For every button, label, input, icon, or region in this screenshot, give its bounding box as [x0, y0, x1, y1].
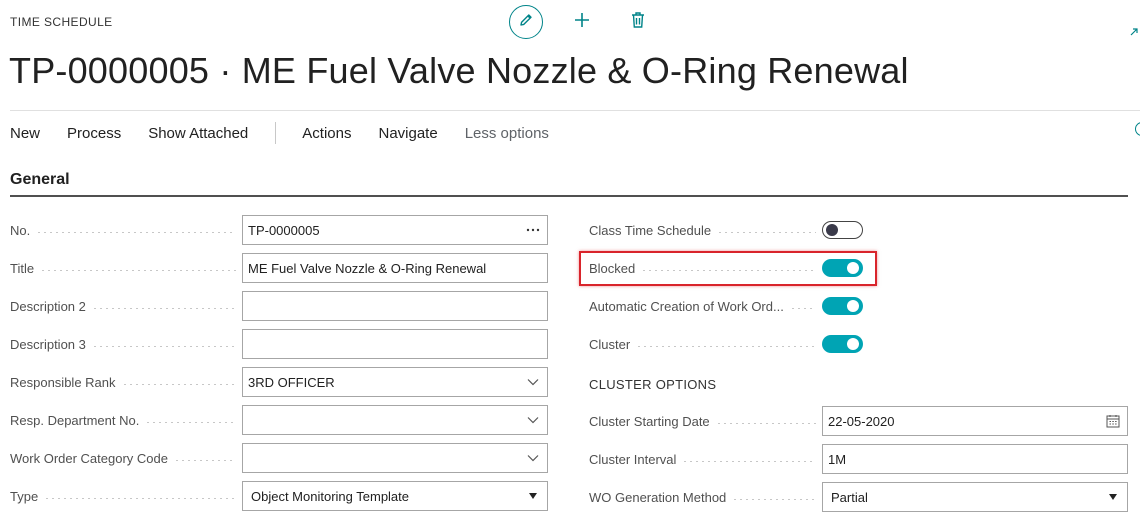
edit-button[interactable] — [509, 5, 543, 39]
info-icon[interactable] — [1135, 122, 1140, 136]
plus-icon — [573, 11, 591, 34]
action-new[interactable]: New — [10, 125, 40, 142]
class-time-schedule-toggle[interactable] — [822, 221, 863, 239]
field-row-title: Title ME Fuel Valve Nozzle & O-Ring Rene… — [10, 253, 548, 283]
cluster-options-caption: CLUSTER OPTIONS — [589, 377, 717, 392]
action-navigate[interactable]: Navigate — [378, 125, 437, 142]
field-row-wo-generation-method: WO Generation Method Partial — [589, 482, 1128, 512]
blocked-highlight-box — [579, 251, 877, 286]
field-label: Description 3 — [10, 337, 242, 352]
title-field[interactable]: ME Fuel Valve Nozzle & O-Ring Renewal — [242, 253, 548, 283]
field-label: Type — [10, 489, 242, 504]
description-2-field[interactable] — [242, 291, 548, 321]
cluster-starting-date-field[interactable]: 22-05-2020 — [822, 406, 1128, 436]
chevron-down-icon[interactable] — [519, 454, 547, 462]
action-less-options[interactable]: Less options — [465, 125, 549, 142]
edit-icon — [518, 12, 534, 33]
header-divider — [10, 110, 1140, 111]
field-label: Work Order Category Code — [10, 451, 242, 466]
type-select[interactable]: Object Monitoring Template — [242, 481, 548, 511]
cluster-interval-field[interactable]: 1M — [822, 444, 1128, 474]
delete-button[interactable] — [621, 5, 655, 39]
field-label: Responsible Rank — [10, 375, 242, 390]
field-label: Title — [10, 261, 242, 276]
action-process[interactable]: Process — [67, 125, 121, 142]
field-row-no: No. TP-0000005 — [10, 215, 548, 245]
work-order-category-field[interactable] — [242, 443, 548, 473]
calendar-icon[interactable] — [1099, 414, 1127, 428]
field-label: Cluster — [589, 337, 822, 352]
field-label: Cluster Starting Date — [589, 414, 822, 429]
new-record-button[interactable] — [565, 5, 599, 39]
field-label: No. — [10, 223, 242, 238]
field-label: Cluster Interval — [589, 452, 822, 467]
caret-down-icon[interactable] — [519, 493, 547, 499]
no-field[interactable]: TP-0000005 — [242, 215, 548, 245]
caret-down-icon[interactable] — [1099, 494, 1127, 500]
top-actions — [509, 5, 655, 39]
automatic-creation-toggle[interactable] — [822, 297, 863, 315]
trash-icon — [630, 11, 646, 34]
field-row-description-3: Description 3 — [10, 329, 548, 359]
field-row-cluster-starting-date: Cluster Starting Date 22-05-2020 — [589, 406, 1128, 436]
action-actions[interactable]: Actions — [302, 125, 351, 142]
field-row-responsible-rank: Responsible Rank 3RD OFFICER — [10, 367, 548, 397]
field-row-type: Type Object Monitoring Template — [10, 481, 548, 511]
chevron-down-icon[interactable] — [519, 378, 547, 386]
field-label: Description 2 — [10, 299, 242, 314]
section-title-general[interactable]: General — [10, 171, 70, 189]
chevron-down-icon[interactable] — [519, 416, 547, 424]
field-row-description-2: Description 2 — [10, 291, 548, 321]
section-underline — [10, 195, 1128, 197]
cluster-toggle[interactable] — [822, 335, 863, 353]
field-row-class-time-schedule: Class Time Schedule — [589, 215, 863, 245]
field-row-automatic-creation: Automatic Creation of Work Ord... — [589, 291, 863, 321]
assist-edit-icon[interactable] — [519, 228, 547, 232]
field-row-resp-department: Resp. Department No. — [10, 405, 548, 435]
action-bar-divider — [275, 122, 277, 144]
page-type-caption: TIME SCHEDULE — [10, 15, 113, 29]
page-title: TP-0000005 · ME Fuel Valve Nozzle & O-Ri… — [9, 50, 909, 91]
description-3-field[interactable] — [242, 329, 548, 359]
field-label: Automatic Creation of Work Ord... — [589, 299, 822, 314]
field-label: Class Time Schedule — [589, 223, 822, 238]
resp-department-field[interactable] — [242, 405, 548, 435]
field-row-work-order-category: Work Order Category Code — [10, 443, 548, 473]
field-label: Resp. Department No. — [10, 413, 242, 428]
action-bar: New Process Show Attached Actions Naviga… — [10, 122, 576, 144]
field-row-cluster-interval: Cluster Interval 1M — [589, 444, 1128, 474]
action-show-attached[interactable]: Show Attached — [148, 125, 248, 142]
responsible-rank-field[interactable]: 3RD OFFICER — [242, 367, 548, 397]
field-label: WO Generation Method — [589, 490, 822, 505]
field-row-cluster: Cluster — [589, 329, 863, 359]
expand-icon[interactable] — [1130, 24, 1138, 36]
wo-generation-method-select[interactable]: Partial — [822, 482, 1128, 512]
